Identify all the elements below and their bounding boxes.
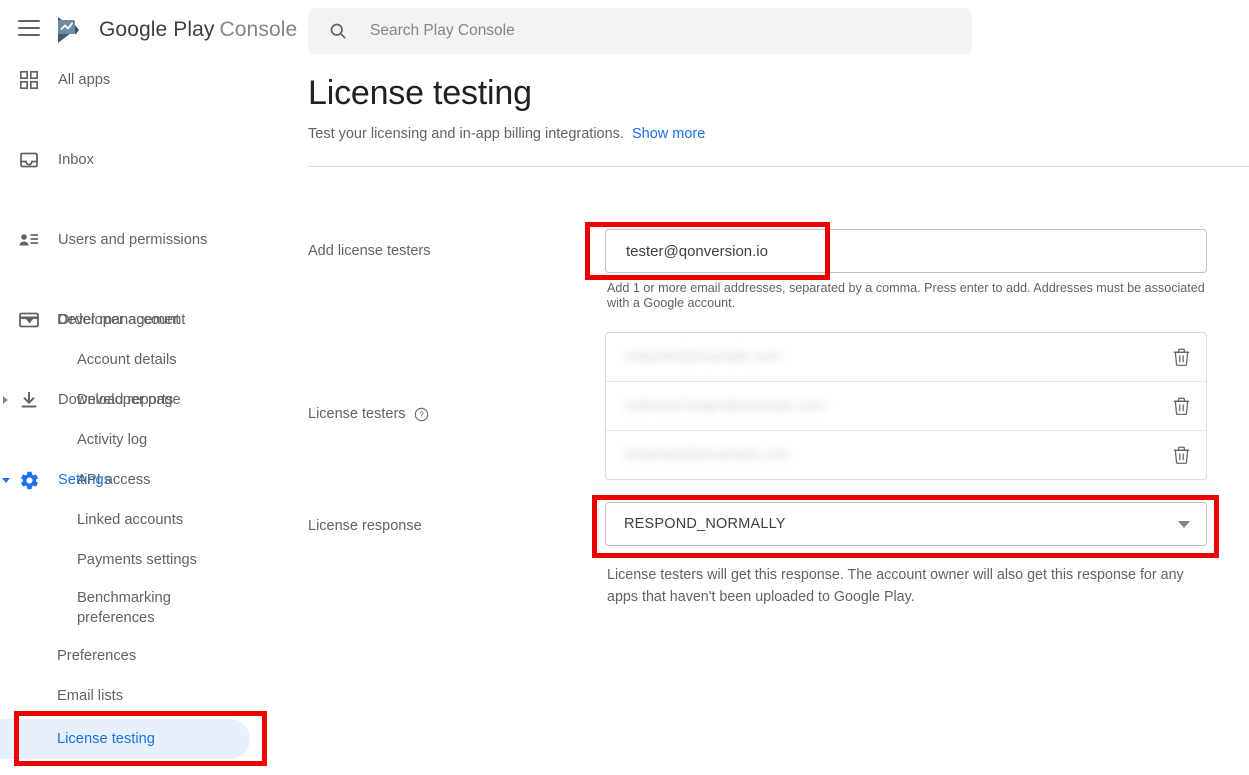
brand-text: Google Play Console: [99, 18, 297, 42]
add-license-testers-field[interactable]: [605, 229, 1207, 273]
sidebar-item-activity-log[interactable]: Activity log: [0, 420, 290, 460]
brand-logo-link[interactable]: Google Play Console: [55, 13, 297, 47]
search-bar[interactable]: [308, 8, 972, 54]
hamburger-icon[interactable]: [18, 20, 40, 36]
page-subtitle: Test your licensing and in-app billing i…: [308, 126, 705, 142]
sidebar-item-all-apps[interactable]: All apps: [0, 60, 290, 100]
sidebar-item-game-projects[interactable]: Game projects: [0, 762, 290, 775]
page-subtitle-text: Test your licensing and in-app billing i…: [308, 126, 624, 142]
sidebar-item-label: Developer account: [57, 312, 180, 328]
sidebar-item-label: Inbox: [58, 152, 94, 168]
brand-primary: Google Play: [99, 18, 215, 41]
sidebar-item-developer-page[interactable]: Developer page: [0, 380, 290, 420]
sidebar-item-label: Email lists: [57, 688, 124, 704]
add-license-testers-help-text: Add 1 or more email addresses, separated…: [607, 281, 1205, 310]
search-input[interactable]: [368, 21, 932, 41]
show-more-link[interactable]: Show more: [632, 126, 705, 142]
top-bar: Google Play Console: [0, 0, 1249, 60]
chevron-down-icon: [1178, 520, 1190, 528]
sidebar-item-label: Preferences: [57, 648, 137, 664]
sidebar-item-email-lists[interactable]: Email lists: [0, 676, 290, 716]
tester-email-redacted: redacted@example.com: [624, 349, 782, 365]
sidebar-item-license-testing[interactable]: License testing: [0, 716, 290, 762]
users-icon: [18, 229, 40, 251]
table-row[interactable]: redacted2@example.com: [606, 431, 1206, 479]
hamburger-line: [18, 20, 40, 22]
sidebar-item-label: Payments settings: [77, 552, 198, 568]
inbox-icon: [18, 149, 40, 171]
help-circle-icon[interactable]: ?: [414, 407, 429, 422]
grid-apps-icon: [18, 69, 40, 91]
sidebar-item-developer-account[interactable]: Developer account: [0, 300, 290, 340]
add-license-testers-label: Add license testers: [308, 243, 431, 259]
sidebar-item-users-and-permissions[interactable]: Users and permissions: [0, 220, 290, 260]
sidebar-item-label: Benchmarking preferences: [77, 590, 171, 626]
sidebar-item-label: Users and permissions: [58, 232, 208, 248]
license-response-select[interactable]: RESPOND_NORMALLY: [605, 502, 1207, 546]
sidebar-item-label: Developer page: [77, 392, 181, 408]
trash-icon[interactable]: [1170, 444, 1192, 466]
sidebar-item-inbox[interactable]: Inbox: [0, 140, 290, 180]
tester-email-redacted: redacted.longer@example.com: [624, 398, 826, 414]
license-testers-label: License testers: [308, 406, 406, 422]
header-divider: [308, 166, 1249, 167]
sidebar-item-payments-settings[interactable]: Payments settings: [0, 540, 290, 580]
sidebar-item-label: Linked accounts: [77, 512, 184, 528]
trash-icon[interactable]: [1170, 395, 1192, 417]
sidebar-item-label: API access: [77, 472, 151, 488]
hamburger-line: [18, 34, 40, 36]
sidebar-item-label: Account details: [77, 352, 177, 368]
license-testers-list: redacted@example.com redacted.longer@exa…: [605, 332, 1207, 480]
google-play-logo: [58, 17, 79, 43]
sidebar-item-label: Activity log: [77, 432, 148, 448]
table-row[interactable]: redacted.longer@example.com: [606, 382, 1206, 431]
main-content: License testing Test your licensing and …: [290, 60, 1249, 775]
sidebar-item-linked-accounts[interactable]: Linked accounts: [0, 500, 290, 540]
search-icon: [328, 21, 348, 41]
svg-text:?: ?: [419, 410, 424, 419]
sidebar-item-benchmarking-preferences[interactable]: Benchmarking preferences: [0, 580, 290, 636]
sidebar-item-label: All apps: [58, 72, 111, 88]
license-response-label: License response: [308, 518, 422, 534]
sidebar-item-label: License testing: [57, 731, 155, 747]
sidebar-item-preferences[interactable]: Preferences: [0, 636, 290, 676]
chevron-down-icon: [22, 313, 36, 327]
brand-secondary: Console: [219, 18, 298, 41]
table-row[interactable]: redacted@example.com: [606, 333, 1206, 382]
add-license-testers-input[interactable]: [624, 241, 1188, 261]
trash-icon[interactable]: [1170, 346, 1192, 368]
license-response-help-text: License testers will get this response. …: [607, 567, 1184, 605]
hamburger-line: [18, 27, 40, 29]
license-testers-label-group: License testers ?: [308, 406, 429, 422]
tester-email-redacted: redacted2@example.com: [624, 447, 790, 463]
page-title: License testing: [308, 74, 532, 112]
sidebar-navigation: All apps Inbox Users and permissions Ord…: [0, 60, 290, 775]
sidebar-item-api-access[interactable]: API access: [0, 460, 290, 500]
sidebar-item-account-details[interactable]: Account details: [0, 340, 290, 380]
license-response-value: RESPOND_NORMALLY: [624, 516, 786, 532]
